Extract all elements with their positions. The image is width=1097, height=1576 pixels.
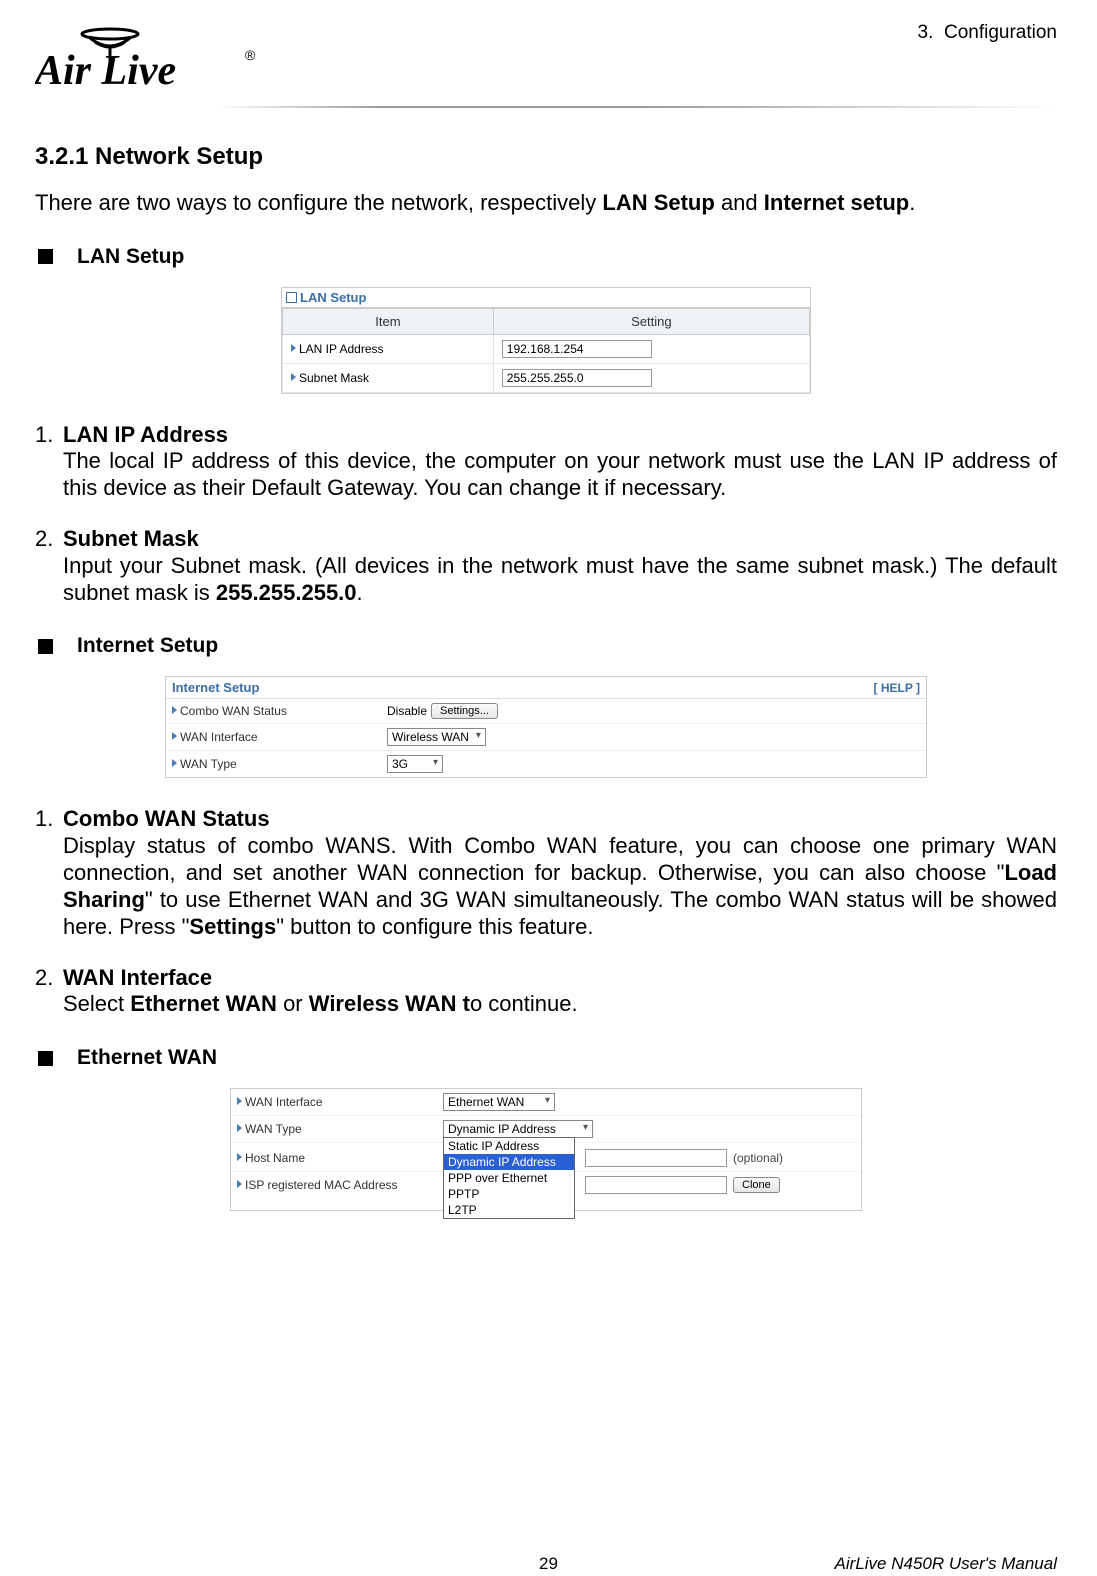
square-bullet-icon [38, 639, 53, 654]
svg-text:®: ® [245, 47, 256, 63]
list-item: LAN IP Address The local IP address of t… [35, 422, 1057, 502]
list-item: Subnet Mask Input your Subnet mask. (All… [35, 526, 1057, 606]
square-bullet-icon [38, 1051, 53, 1066]
col-setting: Setting [493, 308, 809, 334]
triangle-icon [237, 1153, 242, 1161]
combo-status-value: Disable [387, 704, 427, 718]
triangle-icon [237, 1097, 242, 1105]
triangle-icon [172, 759, 177, 767]
intro-text: There are two ways to configure the netw… [35, 189, 1057, 217]
triangle-icon [291, 373, 296, 381]
bullet-label: Ethernet WAN [77, 1046, 217, 1070]
lan-setup-screenshot: LAN Setup Item Setting LAN IP Address 19… [281, 287, 811, 394]
breadcrumb: 3. Configuration [918, 20, 1057, 44]
page-number: 29 [539, 1554, 558, 1574]
bullet-label: LAN Setup [77, 245, 184, 269]
clone-button[interactable]: Clone [733, 1177, 780, 1193]
col-item: Item [283, 308, 494, 334]
bullet-internet-setup: Internet Setup [35, 634, 1057, 658]
bullet-lan-setup: LAN Setup [35, 245, 1057, 269]
dropdown-option[interactable]: Static IP Address [444, 1138, 574, 1154]
panel-title-lan: LAN Setup [282, 288, 810, 308]
host-name-input[interactable] [585, 1149, 727, 1167]
dropdown-option[interactable]: PPTP [444, 1186, 574, 1202]
isp-mac-input[interactable] [585, 1176, 727, 1194]
triangle-icon [172, 706, 177, 714]
triangle-icon [291, 344, 296, 352]
triangle-icon [237, 1124, 242, 1132]
dropdown-option[interactable]: Dynamic IP Address [444, 1154, 574, 1170]
optional-note: (optional) [733, 1151, 783, 1165]
bullet-label: Internet Setup [77, 634, 218, 658]
panel-title-internet: Internet Setup [172, 680, 259, 695]
table-row: Subnet Mask 255.255.255.0 [283, 363, 810, 392]
internet-setup-screenshot: Internet Setup [ HELP ] Combo WAN Status… [165, 676, 927, 778]
subnet-mask-input[interactable]: 255.255.255.0 [502, 369, 652, 387]
header-divider [215, 106, 1057, 108]
table-row: LAN IP Address 192.168.1.254 [283, 334, 810, 363]
bullet-ethernet-wan: Ethernet WAN [35, 1046, 1057, 1070]
list-item: WAN Interface Select Ethernet WAN or Wir… [35, 965, 1057, 1019]
dropdown-option[interactable]: L2TP [444, 1202, 574, 1218]
lan-ip-input[interactable]: 192.168.1.254 [502, 340, 652, 358]
svg-text:Air Live: Air Live [35, 48, 176, 94]
list-item: Combo WAN Status Display status of combo… [35, 806, 1057, 940]
manual-title: AirLive N450R User's Manual [835, 1554, 1057, 1574]
dropdown-option[interactable]: PPP over Ethernet [444, 1170, 574, 1186]
section-heading: 3.2.1 Network Setup [35, 143, 1057, 171]
triangle-icon [172, 732, 177, 740]
ethernet-wan-screenshot: WAN Interface Ethernet WAN WAN Type Dyna… [230, 1088, 862, 1211]
triangle-icon [237, 1180, 242, 1188]
logo: Air Live ® [35, 20, 265, 98]
eth-wan-type-select[interactable]: Dynamic IP Address [443, 1120, 593, 1138]
wan-type-dropdown[interactable]: Static IP AddressDynamic IP AddressPPP o… [443, 1137, 575, 1219]
settings-button[interactable]: Settings... [431, 703, 498, 719]
wan-type-select[interactable]: 3G [387, 755, 443, 773]
help-link[interactable]: [ HELP ] [874, 681, 920, 695]
wan-interface-select[interactable]: Wireless WAN [387, 728, 486, 746]
eth-wan-interface-select[interactable]: Ethernet WAN [443, 1093, 555, 1111]
square-bullet-icon [38, 249, 53, 264]
